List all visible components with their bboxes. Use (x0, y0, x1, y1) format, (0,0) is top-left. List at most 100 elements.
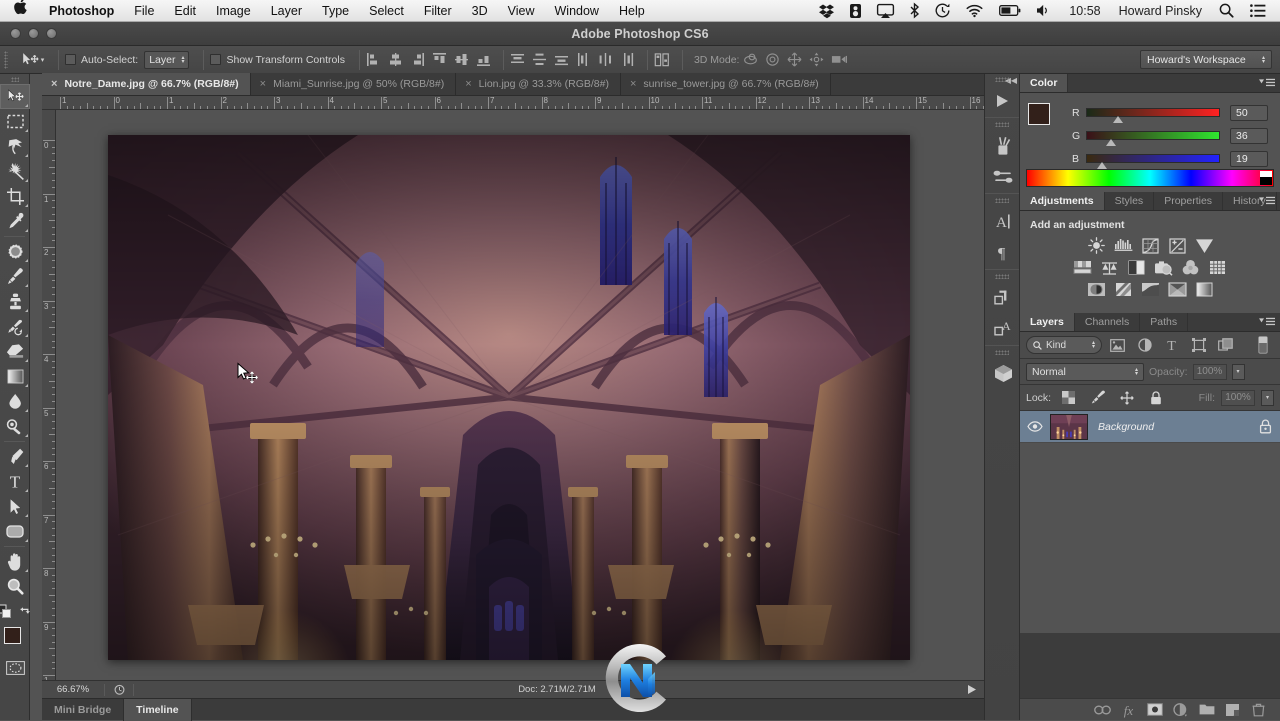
align-horizontal-centers-icon[interactable] (388, 52, 403, 67)
menu-item-window[interactable]: Window (545, 0, 609, 22)
new-layer-icon[interactable] (1225, 702, 1240, 717)
hue-saturation-icon[interactable] (1073, 259, 1092, 276)
color-spectrum-ramp[interactable] (1026, 169, 1274, 187)
layer-thumbnail[interactable] (1050, 413, 1088, 440)
levels-icon[interactable] (1114, 237, 1133, 254)
tab-paths[interactable]: Paths (1140, 313, 1189, 331)
menu-item-select[interactable]: Select (359, 0, 414, 22)
timing-icon[interactable] (105, 684, 133, 695)
eraser-tool[interactable] (0, 339, 30, 364)
pen-tool[interactable] (0, 444, 30, 469)
character-styles-icon[interactable] (985, 282, 1021, 313)
image-window[interactable] (108, 135, 910, 660)
foreground-color-swatch[interactable] (1028, 103, 1050, 125)
options-bar-grip[interactable] (0, 46, 12, 74)
distribute-vertical-centers-icon[interactable] (532, 52, 547, 67)
3d-panel-icon[interactable] (985, 358, 1021, 389)
crop-tool[interactable] (0, 184, 30, 209)
vibrance-icon[interactable] (1195, 237, 1214, 254)
filter-smart-object-icon[interactable] (1214, 335, 1237, 355)
menu-item-view[interactable]: View (498, 0, 545, 22)
green-slider[interactable] (1086, 131, 1220, 146)
color-balance-icon[interactable] (1100, 259, 1119, 276)
tab-styles[interactable]: Styles (1105, 192, 1155, 210)
opacity-field[interactable]: 100% (1192, 363, 1227, 380)
menu-item-photoshop[interactable]: Photoshop (39, 0, 124, 22)
invert-icon[interactable] (1087, 281, 1106, 298)
show-transform-controls-checkbox[interactable] (210, 54, 222, 65)
distribute-top-edges-icon[interactable] (510, 52, 525, 67)
document-tab[interactable]: × Lion.jpg @ 33.3% (RGB/8#) (456, 73, 621, 95)
align-top-edges-icon[interactable] (432, 52, 447, 67)
panel-menu-icon[interactable] (1259, 196, 1275, 205)
move-tool[interactable] (0, 84, 30, 109)
panel-menu-icon[interactable] (1259, 317, 1275, 326)
distribute-left-edges-icon[interactable] (576, 52, 591, 67)
tab-adjustments[interactable]: Adjustments (1020, 192, 1105, 210)
wifi-icon[interactable] (958, 0, 991, 22)
tab-layers[interactable]: Layers (1020, 313, 1075, 331)
new-fill-adjustment-icon[interactable] (1173, 702, 1188, 717)
document-tab[interactable]: × Notre_Dame.jpg @ 66.7% (RGB/8#) (42, 73, 251, 95)
black-swatch[interactable] (1260, 177, 1272, 185)
posterize-icon[interactable] (1114, 281, 1133, 298)
menubar-clock[interactable]: 10:58 (1060, 0, 1109, 22)
delete-layer-icon[interactable] (1251, 702, 1266, 717)
lock-icon[interactable] (1250, 419, 1280, 434)
spot-healing-brush-tool[interactable] (0, 239, 30, 264)
red-slider-thumb[interactable] (1112, 116, 1123, 123)
menu-item-type[interactable]: Type (312, 0, 359, 22)
filter-enable-toggle[interactable] (1251, 335, 1274, 355)
rounded-rectangle-tool[interactable] (0, 519, 30, 544)
timemachine-icon[interactable] (927, 0, 958, 22)
gradient-map-icon[interactable] (1195, 281, 1214, 298)
horizontal-ruler[interactable]: 101234567891011121314151617 (42, 96, 984, 110)
red-slider[interactable] (1086, 108, 1220, 123)
tab-timeline[interactable]: Timeline (124, 698, 192, 721)
gradient-tool[interactable] (0, 364, 30, 389)
red-value-field[interactable]: 50 (1230, 104, 1268, 121)
tab-color[interactable]: Color (1020, 74, 1069, 92)
menu-item-filter[interactable]: Filter (414, 0, 462, 22)
curves-icon[interactable] (1141, 237, 1160, 254)
align-bottom-edges-icon[interactable] (476, 52, 491, 67)
character-panel-icon[interactable]: A (985, 206, 1021, 237)
menubar-username[interactable]: Howard Pinsky (1110, 0, 1211, 22)
menu-item-file[interactable]: File (124, 0, 164, 22)
hand-tool[interactable] (0, 549, 30, 574)
auto-select-checkbox[interactable] (65, 54, 76, 65)
filter-pixel-icon[interactable] (1106, 335, 1129, 355)
eyedropper-tool[interactable] (0, 209, 30, 234)
zoom-tool[interactable] (0, 574, 30, 599)
brush-presets-icon[interactable] (985, 130, 1021, 161)
menu-item-3d[interactable]: 3D (462, 0, 498, 22)
lock-transparent-pixels-icon[interactable] (1057, 388, 1080, 408)
opacity-stepper[interactable]: ▾ (1231, 363, 1245, 380)
panel-menu-icon[interactable] (1259, 78, 1275, 87)
clone-stamp-tool[interactable] (0, 289, 30, 314)
green-slider-thumb[interactable] (1105, 139, 1116, 146)
spotlight-search-icon[interactable] (1211, 0, 1242, 22)
bluetooth-icon[interactable] (902, 0, 927, 22)
default-foreground-background-icon[interactable] (0, 604, 11, 618)
add-layer-mask-icon[interactable] (1146, 702, 1163, 717)
align-vertical-centers-icon[interactable] (454, 52, 469, 67)
paragraph-panel-icon[interactable]: ¶ (985, 237, 1021, 268)
quick-selection-tool[interactable] (0, 159, 30, 184)
slide-3d-icon[interactable] (809, 52, 824, 67)
rectangular-marquee-tool[interactable] (0, 109, 30, 134)
menu-item-edit[interactable]: Edit (164, 0, 206, 22)
menu-item-layer[interactable]: Layer (261, 0, 312, 22)
drag-3d-icon[interactable] (787, 52, 802, 67)
selective-color-icon[interactable] (1167, 281, 1187, 298)
new-group-icon[interactable] (1199, 702, 1214, 717)
roll-3d-icon[interactable] (765, 52, 780, 67)
horizontal-type-tool[interactable]: T (0, 469, 30, 494)
document-tab[interactable]: × Miami_Sunrise.jpg @ 50% (RGB/8#) (250, 73, 457, 95)
battery-icon[interactable] (991, 0, 1029, 22)
history-brush-tool[interactable] (0, 314, 30, 339)
close-icon[interactable]: × (51, 78, 57, 90)
swap-colors-icon[interactable] (19, 605, 31, 617)
menu-item-image[interactable]: Image (206, 0, 261, 22)
photo-filter-icon[interactable] (1154, 259, 1173, 276)
